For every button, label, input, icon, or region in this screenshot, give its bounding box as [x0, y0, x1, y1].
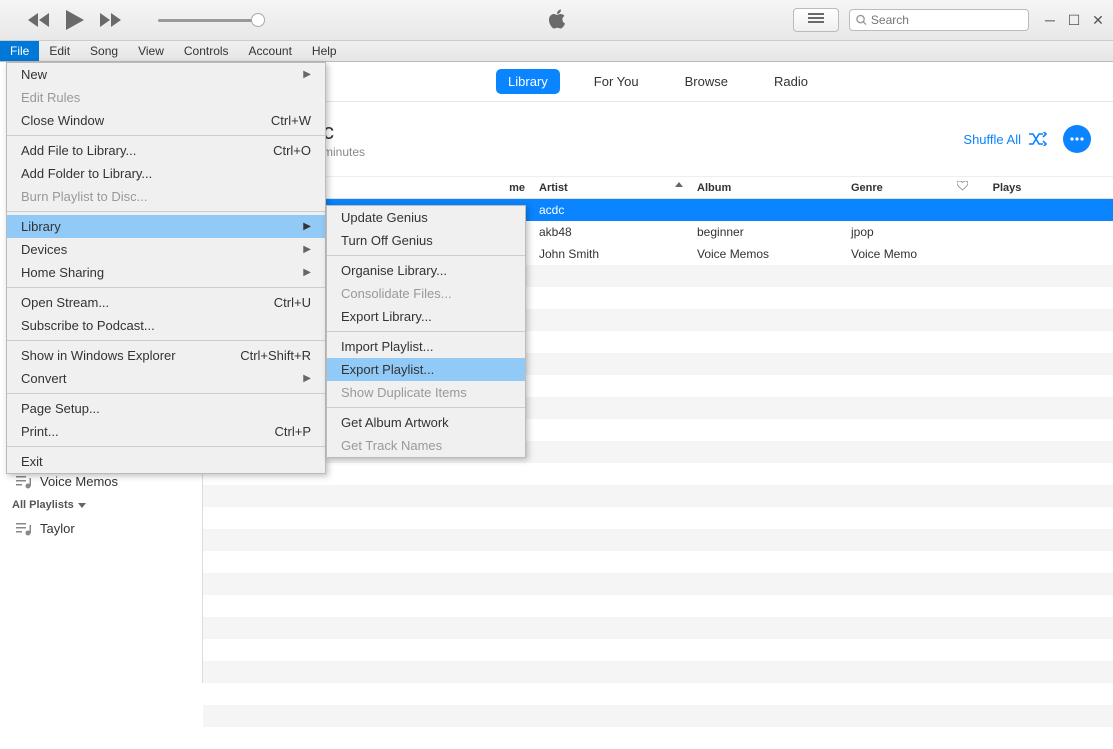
submenu-item[interactable]: Turn Off Genius	[327, 229, 525, 252]
menu-item[interactable]: Page Setup...	[7, 397, 325, 420]
volume-slider[interactable]	[158, 19, 258, 22]
search-icon	[856, 14, 867, 26]
menu-item[interactable]: Add Folder to Library...	[7, 162, 325, 185]
table-row-empty	[203, 573, 1113, 595]
play-icon[interactable]	[66, 10, 84, 30]
shuffle-all-button[interactable]: Shuffle All	[963, 132, 1047, 147]
col-plays[interactable]: Plays	[977, 182, 1037, 194]
submenu-item[interactable]: Export Library...	[327, 305, 525, 328]
search-input[interactable]	[849, 9, 1029, 31]
title-bar: ─ ☐ ✕	[0, 0, 1113, 41]
table-row-empty	[203, 551, 1113, 573]
submenu-item[interactable]: Organise Library...	[327, 259, 525, 282]
submenu-item[interactable]: Get Album Artwork	[327, 411, 525, 434]
table-row-empty	[203, 705, 1113, 727]
tab-radio[interactable]: Radio	[762, 69, 820, 94]
sidebar-all-playlists-header[interactable]: All Playlists	[0, 493, 202, 517]
sort-ascending-icon	[675, 182, 683, 187]
chevron-down-icon	[78, 503, 86, 508]
col-artist[interactable]: Artist	[533, 182, 691, 194]
menu-item[interactable]: Library▶	[7, 215, 325, 238]
col-genre[interactable]: Genre	[845, 182, 947, 194]
submenu-item: Get Track Names	[327, 434, 525, 457]
menu-item: Edit Rules	[7, 86, 325, 109]
tab-for-you[interactable]: For You	[582, 69, 651, 94]
sidebar-item-taylor[interactable]: Taylor	[0, 517, 202, 540]
playlist-icon	[16, 522, 32, 536]
table-row-empty	[203, 529, 1113, 551]
submenu-item[interactable]: Update Genius	[327, 206, 525, 229]
menu-edit[interactable]: Edit	[39, 41, 80, 61]
shuffle-icon	[1029, 132, 1047, 146]
close-button[interactable]: ✕	[1091, 13, 1105, 27]
apple-logo-icon	[547, 7, 567, 34]
playlist-title: c	[323, 119, 365, 145]
sidebar-label: Taylor	[40, 521, 75, 536]
menu-file[interactable]: File	[0, 41, 39, 61]
search-field[interactable]	[871, 13, 1022, 27]
submenu-item: Consolidate Files...	[327, 282, 525, 305]
submenu-item[interactable]: Export Playlist...	[327, 358, 525, 381]
table-row-empty	[203, 639, 1113, 661]
menu-item[interactable]: Show in Windows ExplorerCtrl+Shift+R	[7, 344, 325, 367]
menu-item[interactable]: Subscribe to Podcast...	[7, 314, 325, 337]
table-row-empty	[203, 727, 1113, 749]
minimize-button[interactable]: ─	[1043, 13, 1057, 27]
playback-controls	[0, 10, 258, 30]
playlist-icon	[16, 475, 32, 489]
menu-item[interactable]: Open Stream...Ctrl+U	[7, 291, 325, 314]
menu-item[interactable]: Home Sharing▶	[7, 261, 325, 284]
more-options-button[interactable]	[1063, 125, 1091, 153]
submenu-item[interactable]: Import Playlist...	[327, 335, 525, 358]
sidebar-label: Voice Memos	[40, 474, 118, 489]
playlist-subtitle: minutes	[323, 145, 365, 159]
menu-item[interactable]: Close WindowCtrl+W	[7, 109, 325, 132]
menu-item[interactable]: New▶	[7, 63, 325, 86]
table-row-empty	[203, 683, 1113, 705]
maximize-button[interactable]: ☐	[1067, 13, 1081, 27]
col-album[interactable]: Album	[691, 182, 845, 194]
playlist-header: c minutes Shuffle All	[203, 102, 1113, 177]
table-header: me Artist Album Genre Plays	[203, 177, 1113, 199]
menu-item[interactable]: Convert▶	[7, 367, 325, 390]
table-row-empty	[203, 463, 1113, 485]
dots-icon	[1070, 137, 1084, 141]
menu-item[interactable]: Exit	[7, 450, 325, 473]
menu-view[interactable]: View	[128, 41, 174, 61]
list-view-button[interactable]	[793, 8, 839, 32]
file-dropdown-menu: New▶Edit RulesClose WindowCtrl+W Add File…	[6, 62, 326, 474]
table-row-empty	[203, 661, 1113, 683]
menu-help[interactable]: Help	[302, 41, 347, 61]
heart-icon	[957, 181, 968, 191]
menu-item: Burn Playlist to Disc...	[7, 185, 325, 208]
menu-bar: File Edit Song View Controls Account Hel…	[0, 41, 1113, 62]
menu-item[interactable]: Add File to Library...Ctrl+O	[7, 139, 325, 162]
table-row-empty	[203, 595, 1113, 617]
menu-item[interactable]: Print...Ctrl+P	[7, 420, 325, 443]
library-submenu: Update GeniusTurn Off Genius Organise Lib…	[326, 205, 526, 458]
tab-browse[interactable]: Browse	[673, 69, 740, 94]
menu-account[interactable]: Account	[239, 41, 302, 61]
tab-library[interactable]: Library	[496, 69, 560, 94]
submenu-item: Show Duplicate Items	[327, 381, 525, 404]
next-icon[interactable]	[100, 13, 122, 27]
table-row-empty	[203, 485, 1113, 507]
tabs: Library For You Browse Radio	[203, 62, 1113, 102]
menu-item[interactable]: Devices▶	[7, 238, 325, 261]
previous-icon[interactable]	[28, 13, 50, 27]
table-row-empty	[203, 617, 1113, 639]
col-heart[interactable]	[947, 181, 977, 194]
table-row-empty	[203, 507, 1113, 529]
menu-song[interactable]: Song	[80, 41, 128, 61]
menu-controls[interactable]: Controls	[174, 41, 239, 61]
